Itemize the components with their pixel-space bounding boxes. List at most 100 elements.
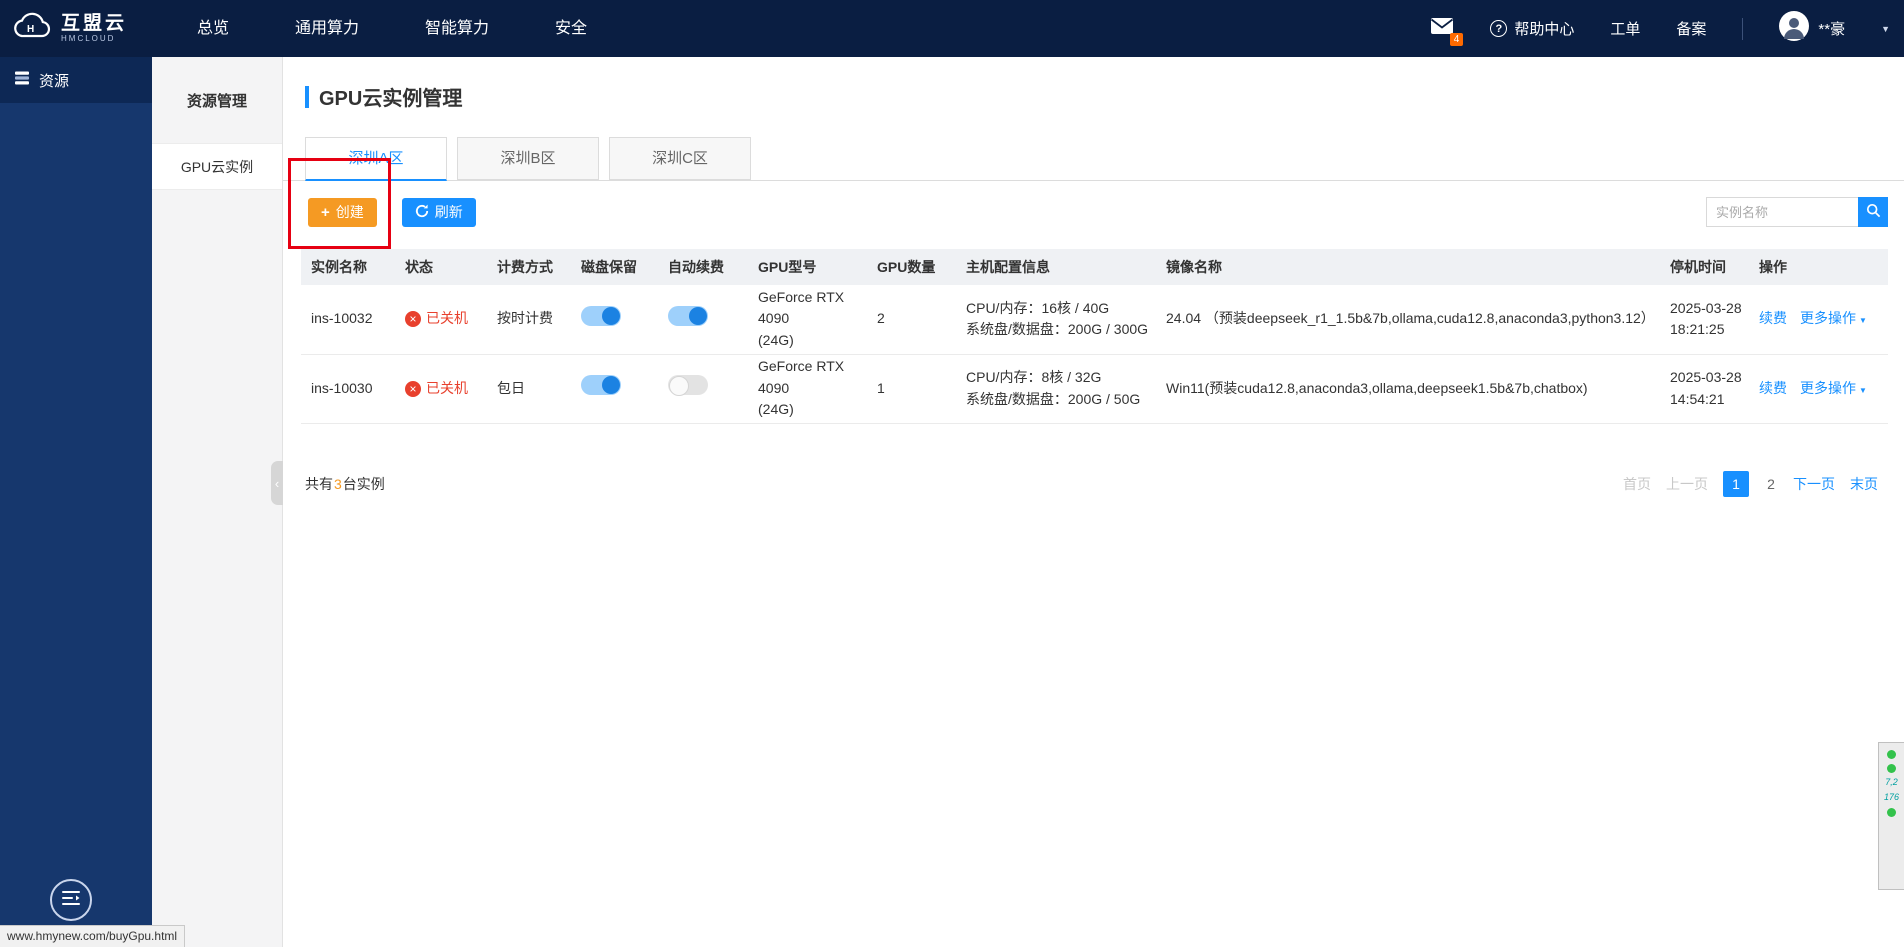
- gpu-memory: (24G): [758, 332, 794, 349]
- create-button-label: 创建: [335, 204, 364, 220]
- host-config-disk: 系统盘/数据盘：200G / 300G: [966, 321, 1149, 338]
- ticket-link[interactable]: 工单: [1610, 18, 1640, 39]
- cell-image-name: Win11(预装cuda12.8,anaconda3,ollama,deepse…: [1156, 354, 1660, 424]
- status-dot-icon: [1887, 807, 1896, 817]
- more-caret-icon: ▼: [1859, 385, 1867, 395]
- col-header-image-name: 镜像名称: [1156, 249, 1660, 285]
- status-label: 已关机: [426, 379, 468, 396]
- sidebar-collapse-handle[interactable]: ‹: [271, 461, 283, 505]
- mail-button[interactable]: 4: [1430, 17, 1464, 46]
- avatar-icon: [1779, 11, 1810, 46]
- user-caret-icon[interactable]: ▼: [1881, 24, 1890, 34]
- cell-gpu-count: 1: [867, 354, 956, 424]
- table-footer: 共有3台实例 首页 上一页 1 2 下一页 末页: [305, 471, 1878, 497]
- question-icon: ?: [1490, 20, 1508, 37]
- brand-subname: HMCLOUD: [61, 33, 116, 43]
- search-icon: [1866, 203, 1881, 221]
- status-badge: × 已关机: [405, 378, 487, 400]
- resources-icon: [14, 71, 30, 89]
- host-config-cpu: CPU/内存：16核 / 40G: [966, 299, 1110, 316]
- user-menu[interactable]: **豪: [1779, 11, 1845, 46]
- auto-renew-toggle[interactable]: [668, 305, 708, 326]
- left-sidebar: 资源: [0, 57, 152, 947]
- navbar-right-cluster: 4 ? 帮助中心 工单 备案 **豪 ▼: [1430, 11, 1904, 46]
- record-link[interactable]: 备案: [1676, 18, 1706, 39]
- col-header-stop-time: 停机时间: [1660, 249, 1749, 285]
- search-input[interactable]: [1706, 197, 1858, 227]
- more-actions-link[interactable]: 更多操作 ▼: [1800, 308, 1867, 330]
- search-button[interactable]: [1858, 197, 1888, 227]
- pagination-first[interactable]: 首页: [1623, 474, 1651, 494]
- tab-shenzhen-b[interactable]: 深圳B区: [457, 137, 599, 180]
- host-config-cpu: CPU/内存：8核 / 32G: [966, 368, 1102, 385]
- sidebar-item-label: 资源: [39, 72, 70, 90]
- nav-item-ai-compute[interactable]: 智能算力: [425, 0, 489, 57]
- col-header-auto-renew: 自动续费: [658, 249, 748, 285]
- renew-link[interactable]: 续费: [1759, 308, 1787, 330]
- brand-logo[interactable]: H 互盟云 HMCLOUD: [0, 12, 175, 45]
- create-button[interactable]: + 创建: [308, 197, 377, 227]
- col-header-billing: 计费方式: [487, 249, 571, 285]
- sidebar-item-resources[interactable]: 资源: [0, 57, 152, 103]
- nav-item-general-compute[interactable]: 通用算力: [295, 0, 359, 57]
- powered-off-icon: ×: [405, 380, 421, 397]
- sidebar-menu-fab[interactable]: [50, 879, 92, 921]
- table-header-row: 实例名称 状态 计费方式 磁盘保留 自动续费 GPU型号 GPU数量 主机配置信…: [301, 249, 1888, 285]
- pagination-prev[interactable]: 上一页: [1666, 474, 1708, 494]
- pagination: 首页 上一页 1 2 下一页 末页: [1623, 471, 1878, 497]
- total-instances-text: 共有3台实例: [305, 476, 385, 492]
- title-accent-bar: [305, 85, 309, 108]
- col-header-disk-retain: 磁盘保留: [571, 249, 658, 285]
- cell-image-name: 24.04 （预装deepseek_r1_1.5b&7b,ollama,cuda…: [1156, 285, 1660, 355]
- col-header-gpu-count: GPU数量: [867, 249, 956, 285]
- more-actions-link[interactable]: 更多操作 ▼: [1800, 378, 1867, 400]
- secondary-sidebar: 资源管理 GPU云实例: [152, 57, 283, 947]
- renew-link[interactable]: 续费: [1759, 378, 1787, 400]
- col-header-status: 状态: [395, 249, 487, 285]
- table-row: ins-10032 × 已关机 按时计费 GeForce RTX 4090 (2…: [301, 285, 1888, 355]
- total-count: 3: [334, 476, 342, 492]
- pagination-page-1[interactable]: 1: [1723, 471, 1749, 497]
- svg-text:H: H: [27, 24, 34, 35]
- disk-retain-toggle[interactable]: [581, 305, 621, 326]
- mail-badge: 4: [1449, 33, 1464, 46]
- pagination-page-2[interactable]: 2: [1764, 476, 1778, 492]
- help-center-link[interactable]: ? 帮助中心: [1490, 18, 1574, 39]
- nav-item-security[interactable]: 安全: [555, 0, 587, 57]
- floating-monitor-widget[interactable]: 7,2 176: [1878, 742, 1904, 890]
- username: **豪: [1818, 21, 1846, 38]
- help-center-label: 帮助中心: [1514, 21, 1575, 38]
- instance-table: 实例名称 状态 计费方式 磁盘保留 自动续费 GPU型号 GPU数量 主机配置信…: [301, 249, 1888, 424]
- cell-instance-name: ins-10030: [301, 354, 395, 424]
- stop-date: 2025-03-28: [1670, 299, 1742, 316]
- status-dot-icon: [1887, 764, 1896, 773]
- gpu-model: GeForce RTX 4090: [758, 288, 845, 327]
- disk-retain-toggle[interactable]: [581, 375, 621, 396]
- sidebar-item-gpu-instances[interactable]: GPU云实例: [152, 143, 282, 190]
- row-actions: 续费 更多操作 ▼: [1759, 378, 1888, 400]
- cell-instance-name: ins-10032: [301, 285, 395, 355]
- nav-item-overview[interactable]: 总览: [197, 0, 229, 57]
- tab-shenzhen-c[interactable]: 深圳C区: [609, 137, 751, 180]
- status-badge: × 已关机: [405, 308, 487, 330]
- pagination-next[interactable]: 下一页: [1793, 474, 1835, 494]
- tab-shenzhen-a[interactable]: 深圳A区: [305, 137, 447, 181]
- instance-table-wrap: 实例名称 状态 计费方式 磁盘保留 自动续费 GPU型号 GPU数量 主机配置信…: [301, 249, 1888, 424]
- stop-time: 18:21:25: [1670, 321, 1725, 338]
- more-caret-icon: ▼: [1859, 316, 1867, 326]
- refresh-icon: [415, 204, 429, 221]
- nav-divider: [1742, 17, 1744, 40]
- auto-renew-toggle[interactable]: [668, 375, 708, 397]
- cell-billing: 包日: [487, 354, 571, 424]
- col-header-host-config: 主机配置信息: [956, 249, 1156, 285]
- primary-nav: 总览 通用算力 智能算力 安全: [197, 0, 587, 57]
- table-row: ins-10030 × 已关机 包日 GeForce RTX 4090 (24G…: [301, 354, 1888, 424]
- refresh-button[interactable]: 刷新: [401, 197, 476, 227]
- col-header-actions: 操作: [1749, 249, 1888, 285]
- pagination-last[interactable]: 末页: [1850, 474, 1878, 494]
- plus-icon: +: [321, 203, 330, 221]
- page-title: GPU云实例管理: [319, 88, 463, 110]
- row-actions: 续费 更多操作 ▼: [1759, 308, 1888, 330]
- main-content: GPU云实例管理 深圳A区 深圳B区 深圳C区 + 创建 刷新 实例名称 实例名…: [283, 57, 1904, 947]
- cell-billing: 按时计费: [487, 285, 571, 355]
